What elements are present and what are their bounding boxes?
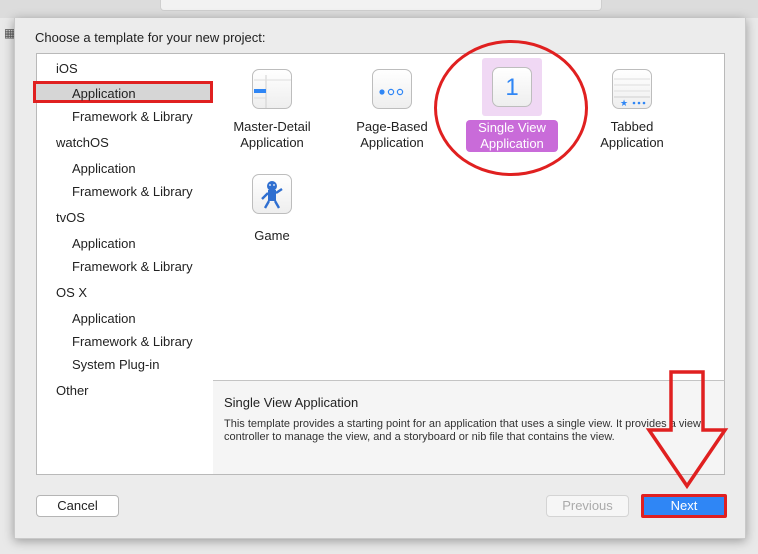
sidebar-item-ios-framework[interactable]: Framework & Library bbox=[72, 109, 193, 124]
cancel-button[interactable]: Cancel bbox=[36, 495, 119, 517]
template-label: Application bbox=[240, 135, 304, 150]
page-based-icon bbox=[372, 69, 412, 109]
sidebar-item-tvos-application[interactable]: Application bbox=[72, 236, 136, 251]
sidebar-item-watchos-application[interactable]: Application bbox=[72, 161, 136, 176]
sidebar-item-tvos-framework[interactable]: Framework & Library bbox=[72, 259, 193, 274]
sidebar-item-osx-framework[interactable]: Framework & Library bbox=[72, 334, 193, 349]
svg-text:★: ★ bbox=[620, 99, 628, 108]
window-toolbar-strip bbox=[0, 0, 758, 18]
single-view-icon-digit: 1 bbox=[505, 74, 519, 101]
previous-button[interactable]: Previous bbox=[546, 495, 629, 517]
sidebar-item-osx-plugin[interactable]: System Plug-in bbox=[72, 357, 159, 372]
sidebar-item-osx-application[interactable]: Application bbox=[72, 311, 136, 326]
sidebar-group-other[interactable]: Other bbox=[56, 383, 89, 398]
platform-sidebar: iOS Application Framework & Library watc… bbox=[33, 53, 215, 475]
template-single-view[interactable]: 1 Single View Application bbox=[462, 58, 562, 152]
template-game[interactable]: Game bbox=[222, 174, 322, 244]
sidebar-item-ios-application[interactable]: Application bbox=[72, 86, 136, 101]
sidebar-item-watchos-framework[interactable]: Framework & Library bbox=[72, 184, 193, 199]
template-master-detail[interactable]: Master-Detail Application bbox=[222, 69, 322, 151]
template-tabbed[interactable]: ★ Tabbed Application bbox=[582, 69, 682, 151]
description-body: This template provides a starting point … bbox=[224, 418, 701, 443]
sidebar-group-ios[interactable]: iOS bbox=[56, 61, 78, 76]
template-label: Master-Detail bbox=[233, 119, 311, 134]
template-label: Application bbox=[600, 135, 664, 150]
master-detail-icon bbox=[252, 69, 292, 109]
next-button[interactable]: Next bbox=[641, 494, 727, 518]
template-label: Application bbox=[360, 135, 424, 150]
new-project-sheet: Choose a template for your new project: … bbox=[14, 18, 746, 539]
template-label: Single View bbox=[478, 120, 546, 135]
game-icon bbox=[252, 174, 292, 214]
template-label: Tabbed bbox=[610, 119, 654, 134]
template-label: Page-Based bbox=[356, 119, 428, 134]
single-view-icon: 1 bbox=[492, 67, 532, 107]
template-label: Application bbox=[480, 136, 544, 151]
description-title: Single View Application bbox=[224, 395, 359, 410]
template-label: Game bbox=[254, 228, 290, 243]
toolbar-field bbox=[160, 0, 602, 11]
sidebar-group-watchos[interactable]: watchOS bbox=[56, 135, 109, 150]
template-grid: Master-Detail Application Page-Based Appli… bbox=[213, 40, 725, 382]
selection-background: 1 bbox=[482, 58, 542, 116]
dialog-prompt: Choose a template for your new project: bbox=[35, 30, 266, 45]
tabbed-icon: ★ bbox=[612, 69, 652, 109]
sidebar-group-osx[interactable]: OS X bbox=[56, 285, 87, 300]
sidebar-group-tvos[interactable]: tvOS bbox=[56, 210, 85, 225]
annotation-arrow bbox=[645, 370, 729, 490]
template-page-based[interactable]: Page-Based Application bbox=[342, 69, 442, 151]
